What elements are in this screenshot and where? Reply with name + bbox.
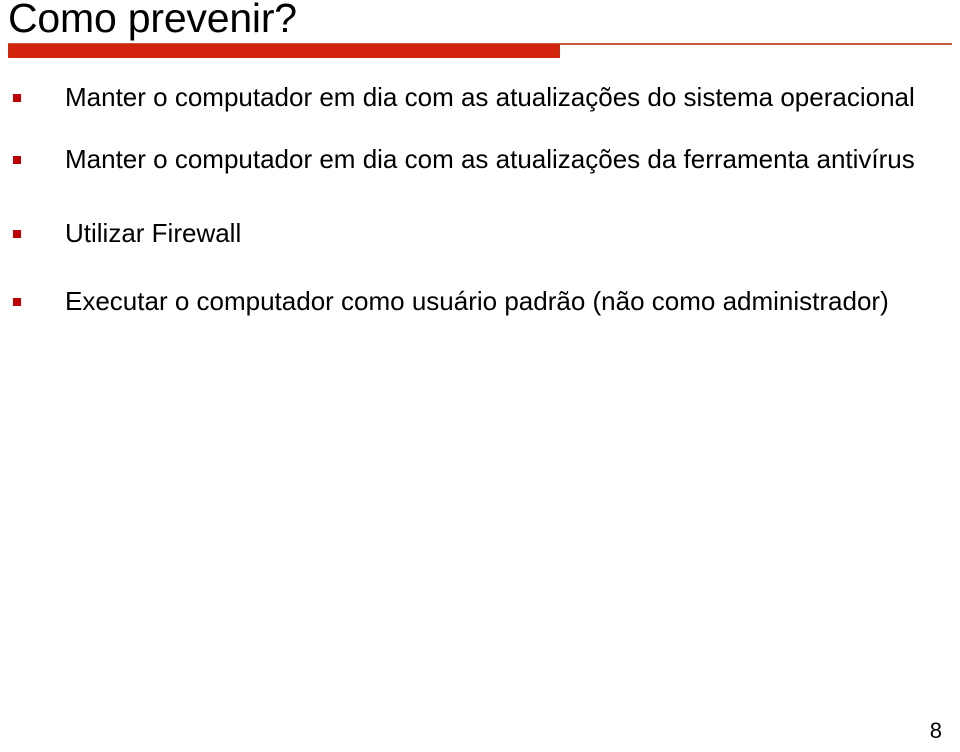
square-bullet-icon xyxy=(13,156,21,164)
list-item: Utilizar Firewall xyxy=(0,214,960,252)
list-item: Manter o computador em dia com as atuali… xyxy=(0,140,960,178)
list-item: Manter o computador em dia com as atuali… xyxy=(0,78,960,116)
page-number: 8 xyxy=(929,718,942,743)
slide-body: Manter o computador em dia com as atuali… xyxy=(0,78,960,320)
list-item-text: Manter o computador em dia com as atuali… xyxy=(65,144,915,174)
title-divider-bar xyxy=(8,44,560,58)
square-bullet-icon xyxy=(13,298,21,306)
list-item-text: Executar o computador como usuário padrã… xyxy=(65,286,889,316)
list-item-text: Manter o computador em dia com as atuali… xyxy=(65,82,915,112)
list-item: Executar o computador como usuário padrã… xyxy=(0,282,960,320)
slide: Como prevenir? Manter o computador em di… xyxy=(0,0,960,752)
square-bullet-icon xyxy=(13,94,21,102)
slide-title-area: Como prevenir? xyxy=(0,0,960,44)
square-bullet-icon xyxy=(13,230,21,238)
page-title: Como prevenir? xyxy=(8,0,297,41)
list-item-text: Utilizar Firewall xyxy=(65,218,242,248)
